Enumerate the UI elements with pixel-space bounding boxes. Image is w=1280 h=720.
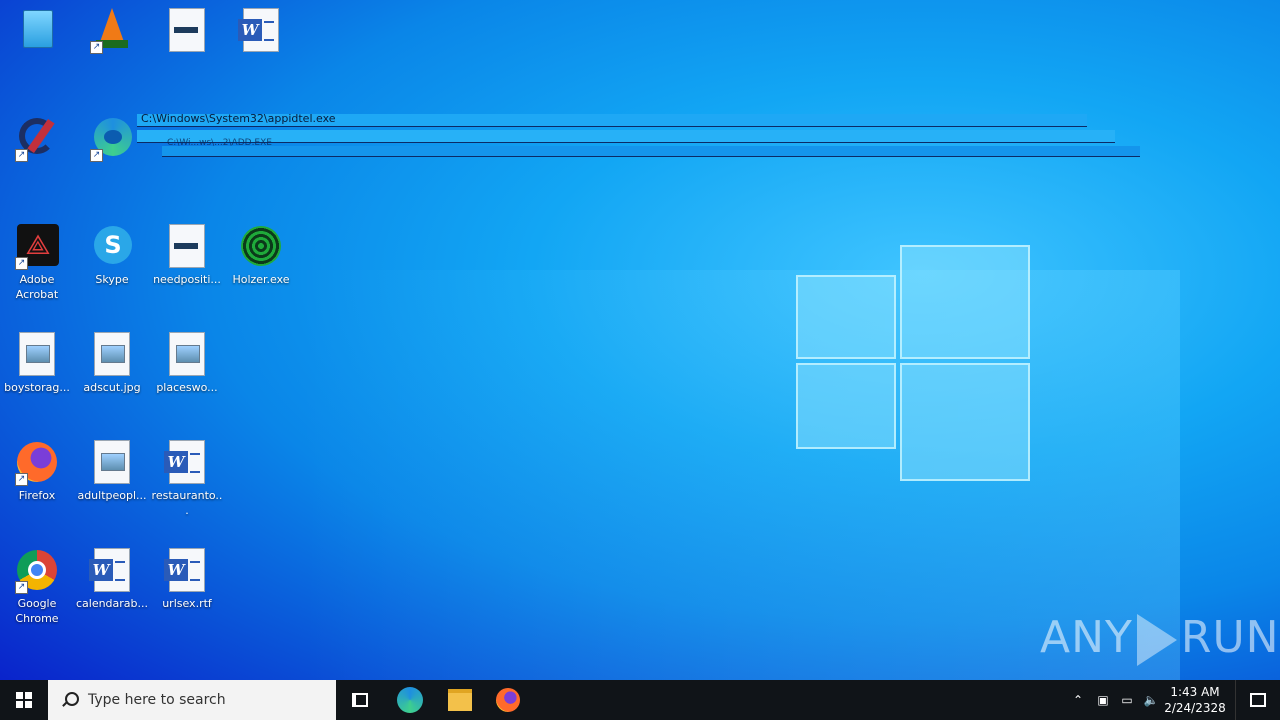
console-window[interactable]: C:\Windows\System32\appidtel.exe C:\Wi..… — [137, 112, 1141, 164]
clock-time: 1:43 AM — [1170, 685, 1220, 699]
start-button[interactable] — [0, 680, 48, 720]
windows-logo-icon — [16, 692, 32, 708]
desktop-icon-google-chrome[interactable]: ↗ Google Chrome — [0, 548, 74, 626]
clock-date: 2/24/2328 — [1164, 701, 1226, 715]
holzer-radar-icon — [239, 224, 283, 268]
desktop-icon-adobe-acrobat[interactable]: ⟁ ↗ Adobe Acrobat — [0, 224, 74, 302]
desktop-icon-file-top[interactable] — [150, 8, 224, 56]
notification-icon — [1250, 693, 1266, 707]
desktop-icon-restauranto[interactable]: W restauranto... — [150, 440, 224, 518]
volume-button[interactable]: 🔈 — [1140, 680, 1162, 720]
word-document-icon: W — [89, 548, 134, 592]
taskbar-search-box[interactable]: Type here to search — [48, 680, 336, 720]
console-subtitle: C:\Wi...ws\...2\ADD.EXE — [167, 138, 272, 148]
desktop-icon-edge[interactable]: ↗ — [75, 116, 149, 164]
console-title: C:\Windows\System32\appidtel.exe — [141, 112, 336, 125]
desktop-icon-placeswo[interactable]: placeswo... — [150, 332, 224, 395]
windows-wallpaper-logo — [796, 245, 1030, 481]
taskbar: Type here to search ⌃ ▣ ▭ 🔈 1:43 AM 2/24… — [0, 680, 1280, 720]
edge-icon — [397, 687, 423, 713]
firefox-icon: ↗ — [15, 440, 59, 486]
recycle-bin-icon — [15, 8, 59, 52]
desktop-icon-recycle-bin[interactable] — [0, 8, 74, 56]
desktop-icon-adscut[interactable]: adscut.jpg — [75, 332, 149, 395]
desktop-icon-holzer[interactable]: Holzer.exe — [224, 224, 298, 287]
action-center-button[interactable] — [1235, 680, 1280, 720]
network-icon: ▭ — [1121, 693, 1133, 707]
file-icon — [165, 224, 209, 268]
firefox-icon — [496, 688, 520, 712]
search-icon — [62, 692, 79, 708]
folder-icon — [448, 689, 472, 711]
network-button[interactable]: ▭ — [1116, 680, 1138, 720]
desktop-icon-vlc[interactable]: ↗ — [75, 8, 149, 56]
taskbar-edge-button[interactable] — [386, 680, 434, 720]
desktop-icon-ccleaner[interactable]: ↗ — [0, 116, 74, 164]
system-clock[interactable]: 1:43 AM 2/24/2328 — [1160, 684, 1230, 716]
desktop-icon-boystorag[interactable]: boystorag... — [0, 332, 74, 395]
edge-icon: ↗ — [90, 116, 134, 162]
tray-device-button[interactable]: ▣ — [1092, 680, 1114, 720]
file-icon — [165, 8, 209, 52]
desktop-icon-calendarab[interactable]: W calendarab... — [75, 548, 149, 611]
image-file-icon — [165, 332, 209, 376]
word-document-icon: W — [164, 548, 209, 592]
speaker-icon: 🔈 — [1143, 693, 1159, 707]
desktop-icon-firefox[interactable]: ↗ Firefox — [0, 440, 74, 503]
desktop-icon-word-top[interactable]: W — [224, 8, 298, 56]
device-icon: ▣ — [1097, 693, 1109, 707]
ccleaner-icon: ↗ — [15, 116, 59, 162]
desktop-icon-skype[interactable]: S Skype — [75, 224, 149, 287]
image-file-icon — [15, 332, 59, 376]
chevron-up-icon: ⌃ — [1072, 693, 1084, 707]
word-document-icon: W — [238, 8, 283, 52]
acrobat-icon: ⟁ ↗ — [15, 224, 59, 270]
desktop-icon-urlsex[interactable]: W urlsex.rtf — [150, 548, 224, 611]
search-placeholder: Type here to search — [88, 692, 226, 708]
desktop-icon-adultpeopl[interactable]: adultpeopl... — [75, 440, 149, 503]
anyrun-watermark: ANY RUN — [1040, 612, 1280, 666]
image-file-icon — [90, 332, 134, 376]
show-hidden-icons-button[interactable]: ⌃ — [1068, 680, 1088, 720]
skype-icon: S — [90, 224, 134, 268]
desktop-icon-needpositi[interactable]: needpositi... — [150, 224, 224, 287]
vlc-cone-icon: ↗ — [90, 8, 134, 54]
chrome-icon: ↗ — [15, 548, 59, 594]
task-view-button[interactable] — [336, 680, 384, 720]
taskbar-firefox-button[interactable] — [484, 680, 532, 720]
image-file-icon — [90, 440, 134, 484]
taskbar-file-explorer-button[interactable] — [436, 680, 484, 720]
word-document-icon: W — [164, 440, 209, 484]
task-view-icon — [352, 693, 368, 707]
